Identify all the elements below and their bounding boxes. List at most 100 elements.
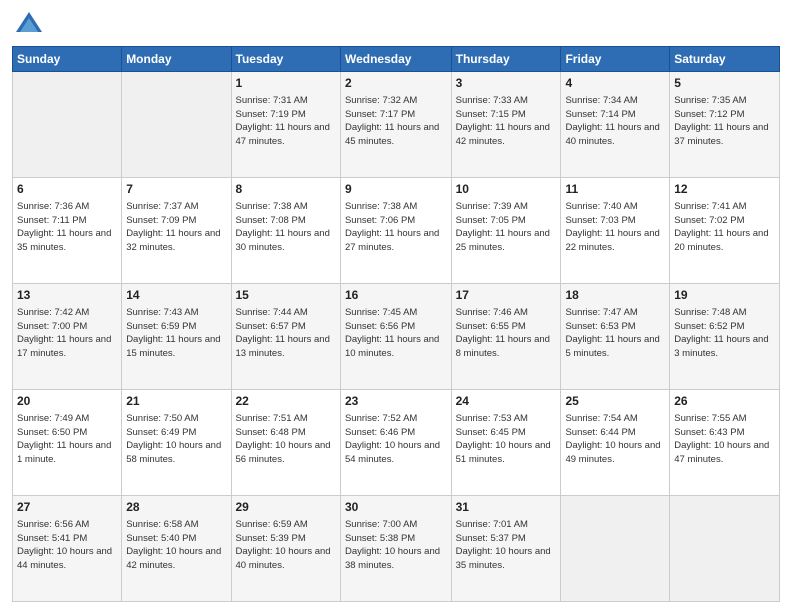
day-number: 2 — [345, 75, 447, 92]
day-number: 31 — [456, 499, 557, 516]
day-number: 26 — [674, 393, 775, 410]
day-number: 23 — [345, 393, 447, 410]
calendar-cell: 10 Sunrise: 7:39 AM Sunset: 7:05 PM Dayli… — [451, 178, 561, 284]
day-info: Sunrise: 7:33 AM Sunset: 7:15 PM Dayligh… — [456, 94, 557, 149]
day-info: Sunrise: 7:53 AM Sunset: 6:45 PM Dayligh… — [456, 412, 557, 467]
calendar-body: 1Sunrise: 7:31 AM Sunset: 7:19 PM Daylig… — [13, 72, 780, 602]
day-info: Sunrise: 7:37 AM Sunset: 7:09 PM Dayligh… — [126, 200, 226, 255]
day-info: Sunrise: 7:47 AM Sunset: 6:53 PM Dayligh… — [565, 306, 665, 361]
day-number: 4 — [565, 75, 665, 92]
day-info: Sunrise: 7:38 AM Sunset: 7:06 PM Dayligh… — [345, 200, 447, 255]
day-number: 28 — [126, 499, 226, 516]
day-info: Sunrise: 7:38 AM Sunset: 7:08 PM Dayligh… — [236, 200, 336, 255]
calendar-cell: 31Sunrise: 7:01 AM Sunset: 5:37 PM Dayli… — [451, 496, 561, 602]
day-info: Sunrise: 7:44 AM Sunset: 6:57 PM Dayligh… — [236, 306, 336, 361]
weekday-header-thursday: Thursday — [451, 47, 561, 72]
day-number: 17 — [456, 287, 557, 304]
weekday-header-wednesday: Wednesday — [340, 47, 451, 72]
calendar-cell: 13Sunrise: 7:42 AM Sunset: 7:00 PM Dayli… — [13, 284, 122, 390]
calendar-week-5: 27 Sunrise: 6:56 AM Sunset: 5:41 PM Dayli… — [13, 496, 780, 602]
calendar-table: SundayMondayTuesdayWednesdayThursdayFrid… — [12, 46, 780, 602]
day-info: Sunrise: 7:48 AM Sunset: 6:52 PM Dayligh… — [674, 306, 775, 361]
day-number: 16 — [345, 287, 447, 304]
day-number: 6 — [17, 181, 117, 198]
calendar-cell: 23Sunrise: 7:52 AM Sunset: 6:46 PM Dayli… — [340, 390, 451, 496]
calendar-cell: 28 Sunrise: 6:58 AM Sunset: 5:40 PM Dayli… — [122, 496, 231, 602]
day-number: 27 — [17, 499, 117, 516]
day-info: Sunrise: 7:51 AM Sunset: 6:48 PM Dayligh… — [236, 412, 336, 467]
calendar-cell: 14 Sunrise: 7:43 AM Sunset: 6:59 PM Dayli… — [122, 284, 231, 390]
weekday-header-saturday: Saturday — [670, 47, 780, 72]
calendar-cell: 4 Sunrise: 7:34 AM Sunset: 7:14 PM Daylig… — [561, 72, 670, 178]
calendar-cell: 29Sunrise: 6:59 AM Sunset: 5:39 PM Dayli… — [231, 496, 340, 602]
day-number: 1 — [236, 75, 336, 92]
day-number: 20 — [17, 393, 117, 410]
calendar-cell: 7 Sunrise: 7:37 AM Sunset: 7:09 PM Daylig… — [122, 178, 231, 284]
calendar-week-2: 6 Sunrise: 7:36 AM Sunset: 7:11 PM Daylig… — [13, 178, 780, 284]
calendar-cell: 18 Sunrise: 7:47 AM Sunset: 6:53 PM Dayli… — [561, 284, 670, 390]
day-number: 24 — [456, 393, 557, 410]
day-info: Sunrise: 7:36 AM Sunset: 7:11 PM Dayligh… — [17, 200, 117, 255]
weekday-header-sunday: Sunday — [13, 47, 122, 72]
calendar-week-1: 1Sunrise: 7:31 AM Sunset: 7:19 PM Daylig… — [13, 72, 780, 178]
calendar-cell: 6 Sunrise: 7:36 AM Sunset: 7:11 PM Daylig… — [13, 178, 122, 284]
calendar-cell: 30 Sunrise: 7:00 AM Sunset: 5:38 PM Dayli… — [340, 496, 451, 602]
logo-icon — [14, 10, 44, 40]
calendar-cell: 12Sunrise: 7:41 AM Sunset: 7:02 PM Dayli… — [670, 178, 780, 284]
weekday-header-row: SundayMondayTuesdayWednesdayThursdayFrid… — [13, 47, 780, 72]
day-number: 8 — [236, 181, 336, 198]
day-info: Sunrise: 7:55 AM Sunset: 6:43 PM Dayligh… — [674, 412, 775, 467]
day-number: 13 — [17, 287, 117, 304]
day-number: 10 — [456, 181, 557, 198]
day-number: 22 — [236, 393, 336, 410]
day-number: 3 — [456, 75, 557, 92]
day-info: Sunrise: 6:59 AM Sunset: 5:39 PM Dayligh… — [236, 518, 336, 573]
day-info: Sunrise: 7:49 AM Sunset: 6:50 PM Dayligh… — [17, 412, 117, 467]
day-info: Sunrise: 7:35 AM Sunset: 7:12 PM Dayligh… — [674, 94, 775, 149]
day-info: Sunrise: 7:43 AM Sunset: 6:59 PM Dayligh… — [126, 306, 226, 361]
day-number: 30 — [345, 499, 447, 516]
calendar-cell — [122, 72, 231, 178]
calendar-header: SundayMondayTuesdayWednesdayThursdayFrid… — [13, 47, 780, 72]
calendar-cell: 17Sunrise: 7:46 AM Sunset: 6:55 PM Dayli… — [451, 284, 561, 390]
calendar-cell: 27 Sunrise: 6:56 AM Sunset: 5:41 PM Dayli… — [13, 496, 122, 602]
calendar-cell — [670, 496, 780, 602]
weekday-header-friday: Friday — [561, 47, 670, 72]
day-info: Sunrise: 6:58 AM Sunset: 5:40 PM Dayligh… — [126, 518, 226, 573]
calendar-cell: 25 Sunrise: 7:54 AM Sunset: 6:44 PM Dayli… — [561, 390, 670, 496]
logo — [12, 10, 44, 40]
day-number: 18 — [565, 287, 665, 304]
day-number: 7 — [126, 181, 226, 198]
calendar-cell: 19Sunrise: 7:48 AM Sunset: 6:52 PM Dayli… — [670, 284, 780, 390]
day-info: Sunrise: 7:50 AM Sunset: 6:49 PM Dayligh… — [126, 412, 226, 467]
calendar-cell: 2 Sunrise: 7:32 AM Sunset: 7:17 PM Daylig… — [340, 72, 451, 178]
calendar-cell: 15Sunrise: 7:44 AM Sunset: 6:57 PM Dayli… — [231, 284, 340, 390]
day-number: 21 — [126, 393, 226, 410]
calendar-cell — [561, 496, 670, 602]
day-number: 14 — [126, 287, 226, 304]
day-info: Sunrise: 7:45 AM Sunset: 6:56 PM Dayligh… — [345, 306, 447, 361]
day-info: Sunrise: 7:34 AM Sunset: 7:14 PM Dayligh… — [565, 94, 665, 149]
day-info: Sunrise: 7:39 AM Sunset: 7:05 PM Dayligh… — [456, 200, 557, 255]
day-info: Sunrise: 7:40 AM Sunset: 7:03 PM Dayligh… — [565, 200, 665, 255]
calendar-week-4: 20 Sunrise: 7:49 AM Sunset: 6:50 PM Dayli… — [13, 390, 780, 496]
calendar-cell — [13, 72, 122, 178]
day-info: Sunrise: 7:32 AM Sunset: 7:17 PM Dayligh… — [345, 94, 447, 149]
calendar-cell: 16 Sunrise: 7:45 AM Sunset: 6:56 PM Dayli… — [340, 284, 451, 390]
calendar-cell: 21 Sunrise: 7:50 AM Sunset: 6:49 PM Dayli… — [122, 390, 231, 496]
day-info: Sunrise: 6:56 AM Sunset: 5:41 PM Dayligh… — [17, 518, 117, 573]
calendar-cell: 9Sunrise: 7:38 AM Sunset: 7:06 PM Daylig… — [340, 178, 451, 284]
calendar-cell: 26 Sunrise: 7:55 AM Sunset: 6:43 PM Dayli… — [670, 390, 780, 496]
day-info: Sunrise: 7:00 AM Sunset: 5:38 PM Dayligh… — [345, 518, 447, 573]
weekday-header-monday: Monday — [122, 47, 231, 72]
day-number: 11 — [565, 181, 665, 198]
calendar-cell: 8 Sunrise: 7:38 AM Sunset: 7:08 PM Daylig… — [231, 178, 340, 284]
calendar-week-3: 13Sunrise: 7:42 AM Sunset: 7:00 PM Dayli… — [13, 284, 780, 390]
day-info: Sunrise: 7:54 AM Sunset: 6:44 PM Dayligh… — [565, 412, 665, 467]
header — [12, 10, 780, 40]
calendar-cell: 1Sunrise: 7:31 AM Sunset: 7:19 PM Daylig… — [231, 72, 340, 178]
day-number: 25 — [565, 393, 665, 410]
calendar-cell: 22 Sunrise: 7:51 AM Sunset: 6:48 PM Dayli… — [231, 390, 340, 496]
calendar-cell: 3 Sunrise: 7:33 AM Sunset: 7:15 PM Daylig… — [451, 72, 561, 178]
calendar-cell: 20 Sunrise: 7:49 AM Sunset: 6:50 PM Dayli… — [13, 390, 122, 496]
